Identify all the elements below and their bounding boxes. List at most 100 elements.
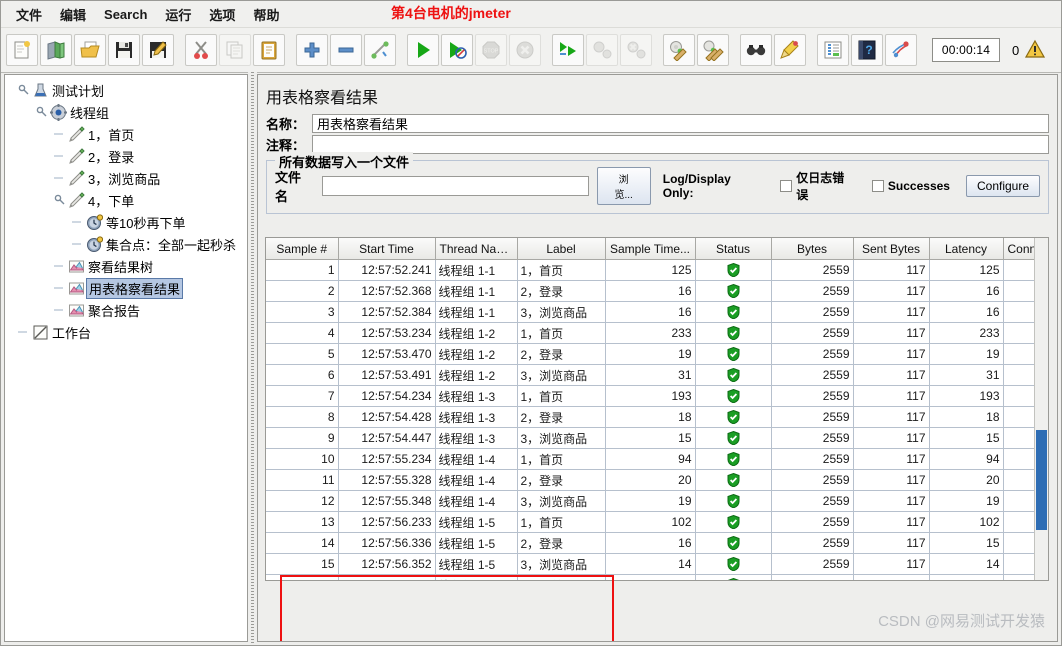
divider-grip: [251, 72, 254, 644]
tree-node-label: 1，首页: [88, 127, 135, 143]
table-row[interactable]: 512:57:53.470线程组 1-22，登录192559117190: [266, 343, 1048, 365]
table-cell: 102: [929, 511, 1004, 533]
tree-node[interactable]: 察看结果树: [9, 255, 247, 277]
table-row[interactable]: 1612:58:06.367线程组 1-34，下单174255911717415…: [266, 574, 1048, 580]
cut-icon[interactable]: [185, 34, 217, 66]
table-row[interactable]: 612:57:53.491线程组 1-23，浏览商品312559117310: [266, 364, 1048, 386]
tree-node[interactable]: 测试计划: [9, 79, 247, 101]
table-row[interactable]: 312:57:52.384线程组 1-13，浏览商品162559117160: [266, 301, 1048, 323]
table-row[interactable]: 1212:57:55.348线程组 1-43，浏览商品192559117190: [266, 490, 1048, 512]
test-plan-tree[interactable]: 测试计划 线程组 1，首页 2，登录 3，浏览商品 4，下单 等10秒再下单 集合点：全部一起…: [4, 74, 248, 642]
menu-item-search[interactable]: Search: [95, 4, 156, 25]
tree-node[interactable]: 用表格察看结果: [9, 277, 247, 299]
search-icon[interactable]: [740, 34, 772, 66]
table-row[interactable]: 212:57:52.368线程组 1-12，登录162559117160: [266, 280, 1048, 302]
table-row[interactable]: 712:57:54.234线程组 1-31，首页1932559117193172: [266, 385, 1048, 407]
search-reset-icon[interactable]: [774, 34, 806, 66]
new-icon[interactable]: [6, 34, 38, 66]
table-cell: 1，首页: [517, 385, 606, 407]
tree-node[interactable]: 3，浏览商品: [9, 167, 247, 189]
name-input[interactable]: [312, 114, 1049, 133]
shutdown-icon[interactable]: [509, 34, 541, 66]
start-no-pauses-icon[interactable]: [441, 34, 473, 66]
table-cell: 125: [605, 259, 696, 281]
clear-icon[interactable]: [663, 34, 695, 66]
browse-button[interactable]: 浏览...: [596, 167, 651, 205]
save-icon[interactable]: [108, 34, 140, 66]
table-cell: 12:57:52.241: [338, 259, 436, 281]
column-header[interactable]: Sample Time...: [605, 238, 696, 260]
tree-expand-handle-icon[interactable]: [17, 84, 30, 97]
expand-icon[interactable]: [296, 34, 328, 66]
paste-icon[interactable]: [253, 34, 285, 66]
tree-node[interactable]: 2，登录: [9, 145, 247, 167]
tree-expand-handle-icon[interactable]: [53, 194, 66, 207]
table-row[interactable]: 1312:57:56.233线程组 1-51，首页102255911710288: [266, 511, 1048, 533]
remote-start-all-icon[interactable]: [552, 34, 584, 66]
table-vertical-scrollbar[interactable]: [1034, 238, 1048, 580]
elapsed-timer: 00:00:14: [932, 38, 1000, 62]
comment-input[interactable]: [312, 135, 1049, 154]
column-header[interactable]: Thread Name: [435, 238, 518, 260]
column-header[interactable]: Sent Bytes: [853, 238, 930, 260]
remote-start-icon[interactable]: [885, 34, 917, 66]
toggle-icon[interactable]: [364, 34, 396, 66]
successes-checkbox[interactable]: Successes: [871, 179, 950, 193]
save-as-icon[interactable]: [142, 34, 174, 66]
remote-shutdown-all-icon[interactable]: [620, 34, 652, 66]
configure-button[interactable]: Configure: [965, 175, 1041, 197]
tree-node[interactable]: 工作台: [9, 321, 247, 343]
table-row[interactable]: 1512:57:56.352线程组 1-53，浏览商品142559117140: [266, 553, 1048, 575]
stop-icon[interactable]: STOP: [475, 34, 507, 66]
menu-item-file[interactable]: 文件: [7, 2, 51, 27]
table-cell: 7: [266, 385, 339, 407]
table-cell: 12:57:53.234: [338, 322, 436, 344]
start-icon[interactable]: [407, 34, 439, 66]
tree-node[interactable]: 线程组: [9, 101, 247, 123]
table-row[interactable]: 1412:57:56.336线程组 1-52，登录162559117150: [266, 532, 1048, 554]
column-header[interactable]: Latency: [929, 238, 1004, 260]
table-cell: 233: [605, 322, 696, 344]
table-row[interactable]: 1012:57:55.234线程组 1-41，首页9425591179480: [266, 448, 1048, 470]
table-row[interactable]: 412:57:53.234线程组 1-21，首页2332559117233213: [266, 322, 1048, 344]
column-header[interactable]: Sample #: [266, 238, 339, 260]
menu-item-edit[interactable]: 编辑: [51, 2, 95, 27]
open-icon[interactable]: [74, 34, 106, 66]
clear-all-icon[interactable]: [697, 34, 729, 66]
function-helper-icon[interactable]: [817, 34, 849, 66]
tree-node[interactable]: 1，首页: [9, 123, 247, 145]
menu-item-run[interactable]: 运行: [156, 2, 200, 27]
results-table-header-row[interactable]: Sample # Start Time Thread Name Label Sample…: [266, 238, 1048, 260]
menu-item-options[interactable]: 选项: [200, 2, 244, 27]
tree-node[interactable]: 集合点：全部一起秒杀: [9, 233, 247, 255]
errors-only-checkbox[interactable]: 仅日志错误: [780, 169, 856, 203]
warning-icon[interactable]: [1025, 39, 1046, 62]
tree-node[interactable]: 聚合报告: [9, 299, 247, 321]
column-header[interactable]: Start Time: [338, 238, 436, 260]
table-scrollbar-thumb[interactable]: [1036, 430, 1047, 530]
column-header[interactable]: Status: [695, 238, 772, 260]
filename-input[interactable]: [321, 176, 589, 196]
column-header[interactable]: Bytes: [771, 238, 854, 260]
tree-node[interactable]: 等10秒再下单: [9, 211, 247, 233]
table-row[interactable]: 1112:57:55.328线程组 1-42，登录202559117200: [266, 469, 1048, 491]
collapse-icon[interactable]: [330, 34, 362, 66]
split-divider[interactable]: [248, 72, 257, 644]
tree-expand-handle-icon[interactable]: [35, 106, 48, 119]
results-table-container[interactable]: Sample # Start Time Thread Name Label Sample…: [265, 237, 1049, 581]
table-row[interactable]: 112:57:52.241线程组 1-11，首页1252559117125110: [266, 259, 1048, 281]
templates-icon[interactable]: [40, 34, 72, 66]
checkbox-box[interactable]: [871, 180, 884, 192]
table-cell: 4，下单: [517, 574, 606, 580]
table-row[interactable]: 912:57:54.447线程组 1-33，浏览商品152559117150: [266, 427, 1048, 449]
checkbox-box[interactable]: [780, 180, 793, 192]
tree-node[interactable]: 4，下单: [9, 189, 247, 211]
table-cell: 117: [853, 427, 930, 449]
column-header[interactable]: Label: [517, 238, 606, 260]
copy-icon[interactable]: [219, 34, 251, 66]
remote-stop-all-icon[interactable]: [586, 34, 618, 66]
help-icon[interactable]: ?: [851, 34, 883, 66]
table-row[interactable]: 812:57:54.428线程组 1-32，登录182559117180: [266, 406, 1048, 428]
menu-item-help[interactable]: 帮助: [244, 2, 288, 27]
